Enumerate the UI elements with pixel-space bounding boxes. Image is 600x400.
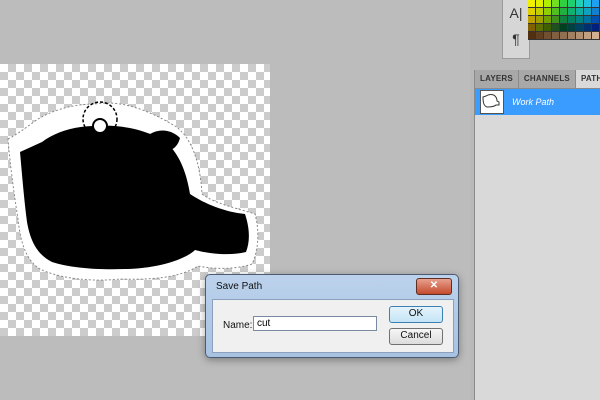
color-swatch[interactable]: [552, 24, 560, 32]
dialog-body: Name: OK Cancel: [212, 299, 454, 353]
path-thumbnail: [480, 90, 504, 114]
color-swatch[interactable]: [568, 24, 576, 32]
ok-button[interactable]: OK: [389, 306, 443, 323]
color-swatch[interactable]: [584, 32, 592, 40]
name-input[interactable]: [253, 316, 377, 331]
cancel-button[interactable]: Cancel: [389, 328, 443, 345]
tab-channels[interactable]: CHANNELS: [519, 70, 576, 88]
color-swatch[interactable]: [536, 0, 544, 8]
color-swatch[interactable]: [544, 16, 552, 24]
color-swatch[interactable]: [544, 32, 552, 40]
character-tools: A| ¶: [502, 0, 530, 59]
tab-layers[interactable]: LAYERS: [475, 70, 519, 88]
color-swatch[interactable]: [568, 8, 576, 16]
keyring-hole: [92, 118, 108, 134]
color-swatch[interactable]: [592, 16, 600, 24]
color-swatch[interactable]: [536, 8, 544, 16]
name-label: Name:: [223, 320, 253, 331]
color-swatch[interactable]: [536, 16, 544, 24]
color-swatch[interactable]: [576, 16, 584, 24]
color-swatch[interactable]: [552, 8, 560, 16]
color-swatch[interactable]: [528, 0, 536, 8]
color-swatch[interactable]: [552, 0, 560, 8]
color-swatch[interactable]: [576, 24, 584, 32]
cat-silhouette: [20, 125, 249, 270]
color-swatch[interactable]: [536, 24, 544, 32]
character-icon[interactable]: A|: [503, 0, 529, 26]
path-item-label: Work Path: [512, 97, 555, 107]
tab-paths[interactable]: PATHS: [575, 70, 600, 88]
color-swatch[interactable]: [592, 8, 600, 16]
close-button[interactable]: ✕: [416, 278, 452, 295]
color-swatch[interactable]: [544, 24, 552, 32]
color-swatch[interactable]: [560, 0, 568, 8]
color-swatch[interactable]: [560, 8, 568, 16]
color-swatch[interactable]: [552, 32, 560, 40]
paragraph-icon[interactable]: ¶: [503, 26, 529, 52]
layers-panel-group: LAYERS CHANNELS PATHS Work Path: [474, 70, 600, 400]
color-swatch[interactable]: [584, 24, 592, 32]
color-swatch[interactable]: [568, 16, 576, 24]
color-swatch[interactable]: [528, 32, 536, 40]
color-swatch[interactable]: [544, 8, 552, 16]
path-thumbnail-shape: [482, 94, 500, 108]
color-swatch[interactable]: [528, 16, 536, 24]
color-swatch[interactable]: [584, 0, 592, 8]
color-swatch[interactable]: [536, 32, 544, 40]
dialog-title: Save Path: [216, 281, 263, 292]
color-swatch[interactable]: [528, 24, 536, 32]
color-swatch[interactable]: [592, 24, 600, 32]
color-swatch[interactable]: [560, 24, 568, 32]
color-swatch[interactable]: [568, 0, 576, 8]
color-swatch[interactable]: [576, 32, 584, 40]
color-swatch[interactable]: [528, 8, 536, 16]
color-swatch[interactable]: [576, 8, 584, 16]
color-swatch[interactable]: [592, 0, 600, 8]
color-swatch[interactable]: [544, 0, 552, 8]
color-swatch[interactable]: [592, 32, 600, 40]
color-swatch[interactable]: [560, 32, 568, 40]
save-path-dialog: Save Path ✕ Name: OK Cancel: [205, 274, 459, 358]
color-swatch[interactable]: [584, 8, 592, 16]
color-swatch[interactable]: [576, 0, 584, 8]
color-swatch[interactable]: [552, 16, 560, 24]
color-swatch[interactable]: [584, 16, 592, 24]
panel-tabs: LAYERS CHANNELS PATHS: [475, 70, 600, 89]
color-swatch[interactable]: [568, 32, 576, 40]
path-item-work-path[interactable]: Work Path: [475, 89, 600, 115]
swatches-panel: [528, 0, 600, 48]
color-swatch[interactable]: [560, 16, 568, 24]
